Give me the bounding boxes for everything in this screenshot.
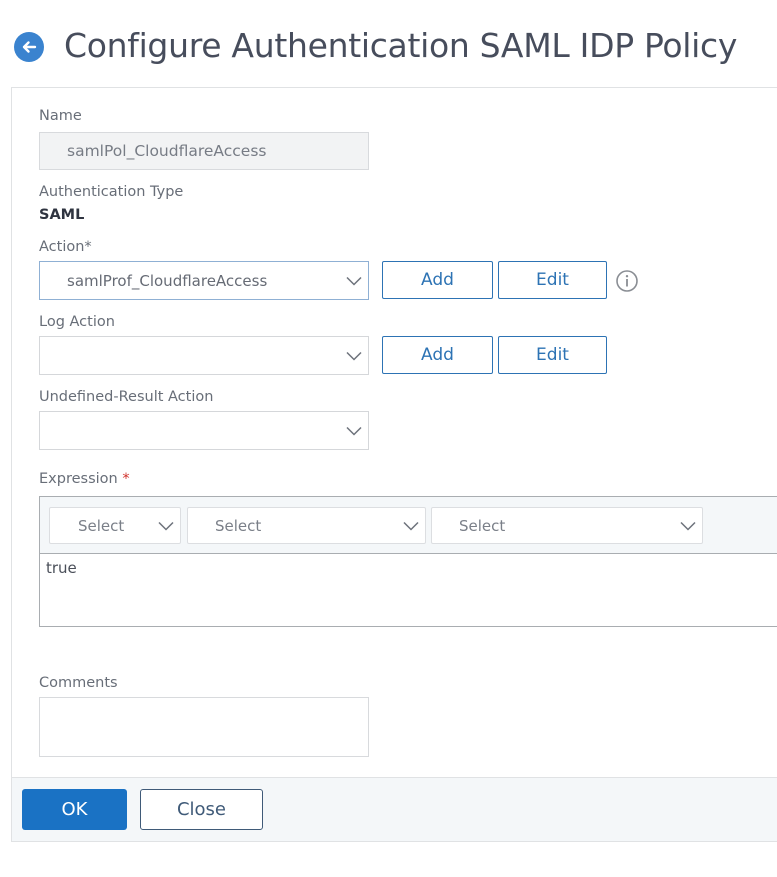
page-header: Configure Authentication SAML IDP Policy: [0, 0, 777, 88]
arrow-left-circle-icon: [22, 41, 37, 53]
expression-label-text: Expression: [39, 471, 118, 487]
expression-input[interactable]: true: [46, 559, 77, 577]
action-edit-button[interactable]: Edit: [498, 261, 607, 299]
chevron-down-icon: [680, 521, 696, 531]
chevron-down-icon: [158, 521, 174, 531]
close-button[interactable]: Close: [140, 789, 263, 830]
expression-editor: Select Select Select true: [39, 496, 777, 627]
required-marker: *: [122, 471, 130, 487]
name-label: Name: [39, 108, 82, 124]
chevron-down-icon: [346, 276, 362, 286]
name-field-value: samlPol_CloudflareAccess: [67, 142, 267, 160]
action-add-button[interactable]: Add: [382, 261, 493, 299]
log-action-edit-button[interactable]: Edit: [498, 336, 607, 374]
chevron-down-icon: [346, 426, 362, 436]
required-marker: *: [84, 239, 92, 255]
chevron-down-icon: [403, 521, 419, 531]
info-circle-icon[interactable]: [615, 269, 639, 293]
expression-select-3-value: Select: [459, 516, 506, 535]
expression-select-1-value: Select: [78, 516, 125, 535]
ok-button[interactable]: OK: [22, 789, 127, 830]
chevron-down-icon: [346, 351, 362, 361]
expression-select-1[interactable]: Select: [49, 507, 181, 544]
log-action-add-button[interactable]: Add: [382, 336, 493, 374]
page-title: Configure Authentication SAML IDP Policy: [64, 26, 738, 65]
comments-label: Comments: [39, 675, 118, 691]
expression-select-2-value: Select: [215, 516, 262, 535]
back-button[interactable]: [14, 32, 44, 62]
expression-label: Expression *: [39, 471, 130, 487]
expression-select-3[interactable]: Select: [431, 507, 703, 544]
auth-type-label: Authentication Type: [39, 184, 184, 200]
action-select-value: samlProf_CloudflareAccess: [67, 271, 268, 290]
name-field[interactable]: samlPol_CloudflareAccess: [39, 132, 369, 170]
log-action-label: Log Action: [39, 314, 115, 330]
comments-textarea[interactable]: [39, 697, 369, 757]
auth-type-value: SAML: [39, 207, 85, 223]
expression-select-2[interactable]: Select: [187, 507, 426, 544]
undefined-result-action-label: Undefined-Result Action: [39, 389, 214, 405]
action-label: Action*: [39, 239, 92, 255]
undefined-result-action-select[interactable]: [39, 411, 369, 450]
log-action-select[interactable]: [39, 336, 369, 375]
expression-toolbar: Select Select Select: [40, 497, 777, 554]
action-label-text: Action: [39, 239, 85, 255]
action-select[interactable]: samlProf_CloudflareAccess: [39, 261, 369, 300]
